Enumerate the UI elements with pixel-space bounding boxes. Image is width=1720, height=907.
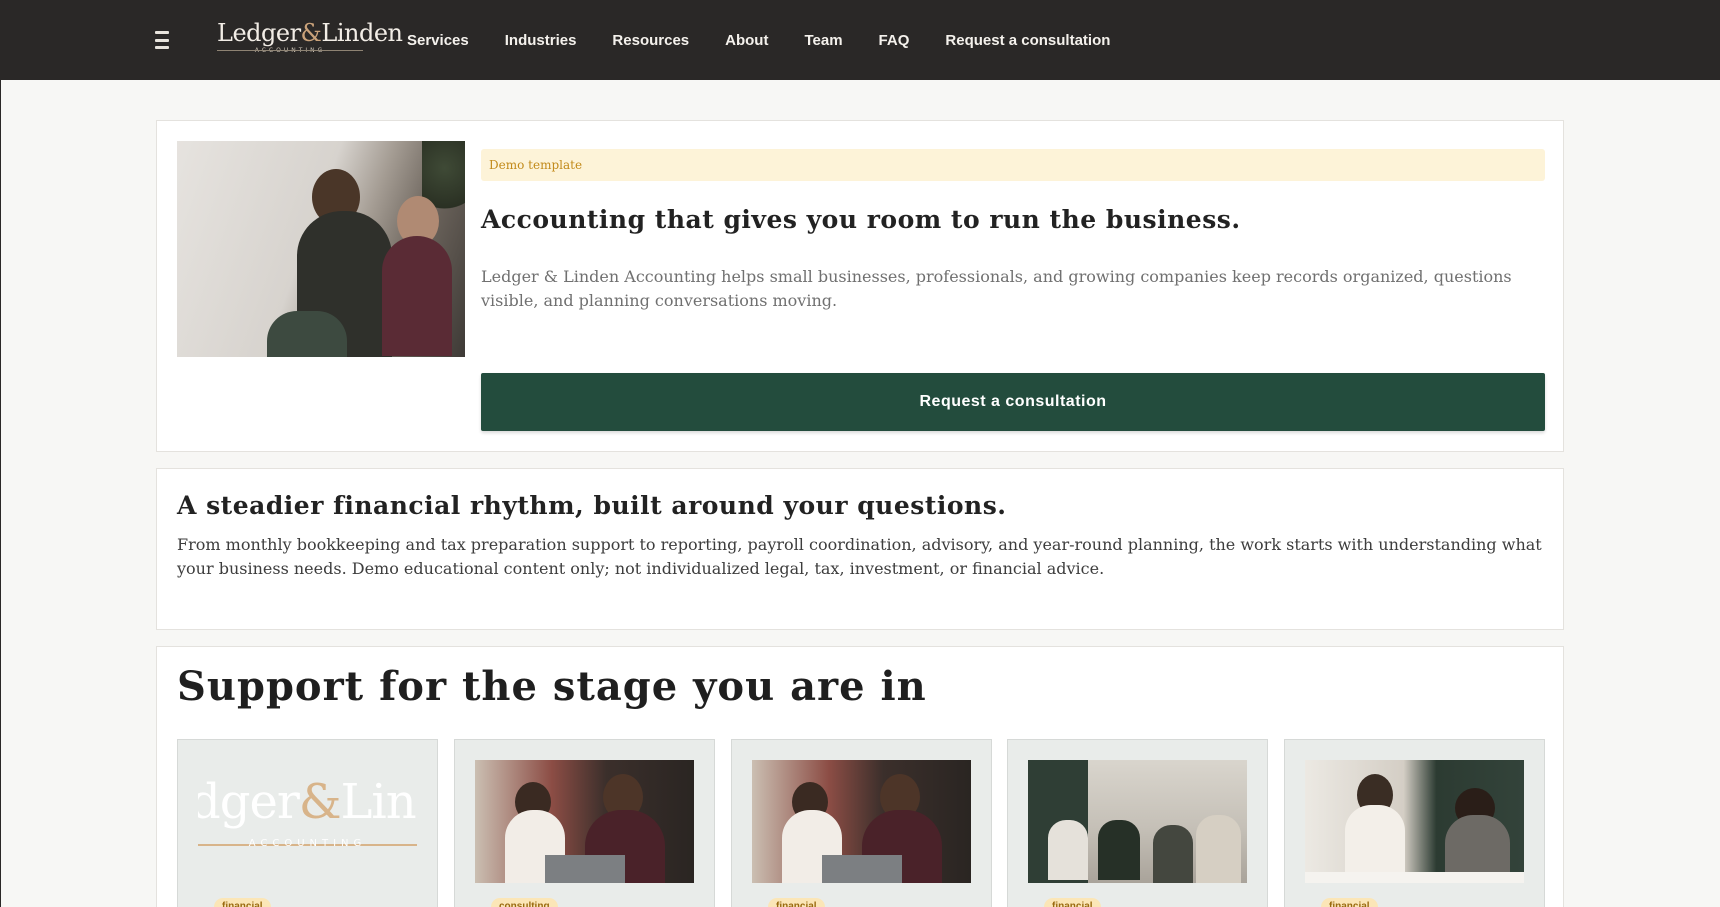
card-photo — [1305, 760, 1524, 883]
hero-section: Demo template Accounting that gives you … — [156, 120, 1564, 452]
service-card[interactable]: consulting — [454, 739, 715, 907]
nav-link-faq[interactable]: FAQ — [879, 32, 910, 49]
hero-description: Ledger & Linden Accounting helps small b… — [481, 267, 1512, 310]
card-category-tag: consulting — [491, 898, 558, 907]
intro-title: A steadier financial rhythm, built aroun… — [177, 491, 1007, 520]
card-category-tag: financial — [1321, 898, 1378, 907]
request-consultation-button[interactable]: Request a consultation — [481, 373, 1545, 431]
card-category-tag: financial — [214, 898, 271, 907]
nav-link-services[interactable]: Services — [407, 32, 469, 49]
hero-photo-meeting — [177, 141, 465, 357]
service-card[interactable]: financial — [1007, 739, 1268, 907]
top-navigation: Ledger&Linden ACCOUNTING Services Indust… — [0, 0, 1720, 80]
nav-link-about[interactable]: About — [725, 32, 768, 49]
demo-template-badge: Demo template — [481, 149, 1545, 181]
nav-link-team[interactable]: Team — [804, 32, 842, 49]
card-category-tag: financial — [768, 898, 825, 907]
nav-link-request-consultation[interactable]: Request a consultation — [945, 32, 1110, 49]
brand-logo[interactable]: Ledger&Linden ACCOUNTING — [217, 19, 403, 54]
hero-title: Accounting that gives you room to run th… — [481, 205, 1241, 234]
intro-section: A steadier financial rhythm, built aroun… — [156, 468, 1564, 630]
service-card[interactable]: financial — [1284, 739, 1545, 907]
intro-description: From monthly bookkeeping and tax prepara… — [177, 535, 1542, 578]
page-left-edge — [0, 0, 1, 907]
service-card[interactable]: financial — [731, 739, 992, 907]
card-category-tag: financial — [1044, 898, 1101, 907]
nav-link-industries[interactable]: Industries — [505, 32, 577, 49]
hamburger-menu-icon[interactable] — [155, 31, 169, 49]
card-photo — [475, 760, 694, 883]
logo-wordmark: Ledger&Linden — [217, 19, 403, 47]
services-section: Support for the stage you are in dger&Li… — [156, 646, 1564, 907]
card-photo — [1028, 760, 1247, 883]
services-title: Support for the stage you are in — [177, 663, 927, 710]
service-cards: dger&Lind ACCOUNTING financial consultin… — [177, 739, 1547, 907]
card-photo — [752, 760, 971, 883]
nav-link-resources[interactable]: Resources — [612, 32, 689, 49]
card-logo-image: dger&Lind ACCOUNTING — [198, 760, 417, 883]
primary-nav: Services Industries Resources About Team… — [407, 0, 1146, 80]
service-card[interactable]: dger&Lind ACCOUNTING financial — [177, 739, 438, 907]
logo-rule — [217, 50, 363, 51]
